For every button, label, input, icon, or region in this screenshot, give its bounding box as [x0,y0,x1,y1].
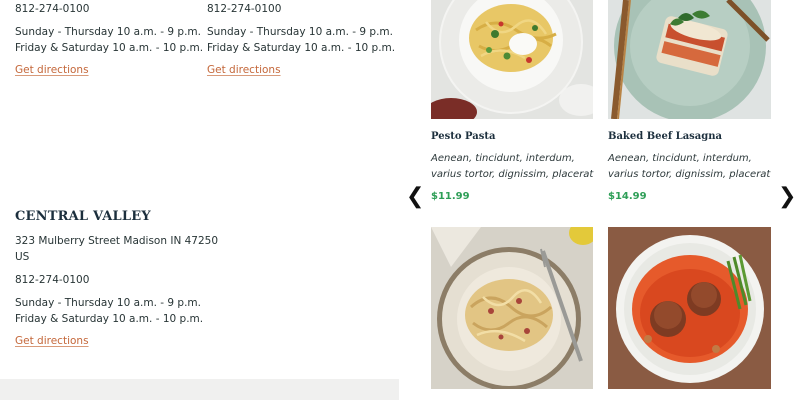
chevron-left-icon[interactable]: ❮ [406,186,424,208]
location-hours-weekday: Sunday - Thursday 10 a.m. - 9 p.m. [15,26,202,38]
dish-description: Aenean, tincidunt, interdum, varius tort… [608,153,771,180]
location-phone: 812-274-0100 [15,3,90,15]
location-hours-weekend: Friday & Saturday 10 a.m. - 10 p.m. [15,313,204,325]
get-directions-link[interactable]: Get directions [207,62,281,78]
carbonara-image[interactable] [431,227,593,389]
location-card-central-valley: CENTRAL VALLEY 323 Mulberry Street Madis… [15,209,218,349]
location-card-2: 812-274-0100 Sunday - Thursday 10 a.m. -… [207,1,395,78]
location-hours-weekend: Friday & Saturday 10 a.m. - 10 p.m. [15,42,204,54]
location-address: 323 Mulberry Street Madison IN 47250 [15,235,219,247]
get-directions-link[interactable]: Get directions [15,62,89,78]
dish-name-pesto-pasta[interactable]: Pesto Pasta [431,131,495,142]
location-phone: 812-274-0100 [207,3,282,15]
pesto-pasta-image[interactable] [431,0,593,119]
location-country: US [15,251,30,263]
get-directions-link[interactable]: Get directions [15,333,89,349]
location-name: CENTRAL VALLEY [15,209,151,224]
baked-beef-lasagna-image[interactable] [608,0,771,119]
location-hours-weekend: Friday & Saturday 10 a.m. - 10 p.m. [207,42,396,54]
dish-name-baked-beef-lasagna[interactable]: Baked Beef Lasagna [608,131,722,142]
footer-band [0,379,399,400]
location-phone: 812-274-0100 [15,274,90,286]
dish-price: $14.99 [608,191,647,202]
dish-price: $11.99 [431,191,470,202]
dish-description: Aenean, tincidunt, interdum, varius tort… [431,153,594,180]
location-card-1: 812-274-0100 Sunday - Thursday 10 a.m. -… [15,1,203,78]
location-hours-weekday: Sunday - Thursday 10 a.m. - 9 p.m. [15,297,202,309]
meatballs-image[interactable] [608,227,771,389]
location-hours-weekday: Sunday - Thursday 10 a.m. - 9 p.m. [207,26,394,38]
chevron-right-icon[interactable]: ❯ [778,186,796,208]
